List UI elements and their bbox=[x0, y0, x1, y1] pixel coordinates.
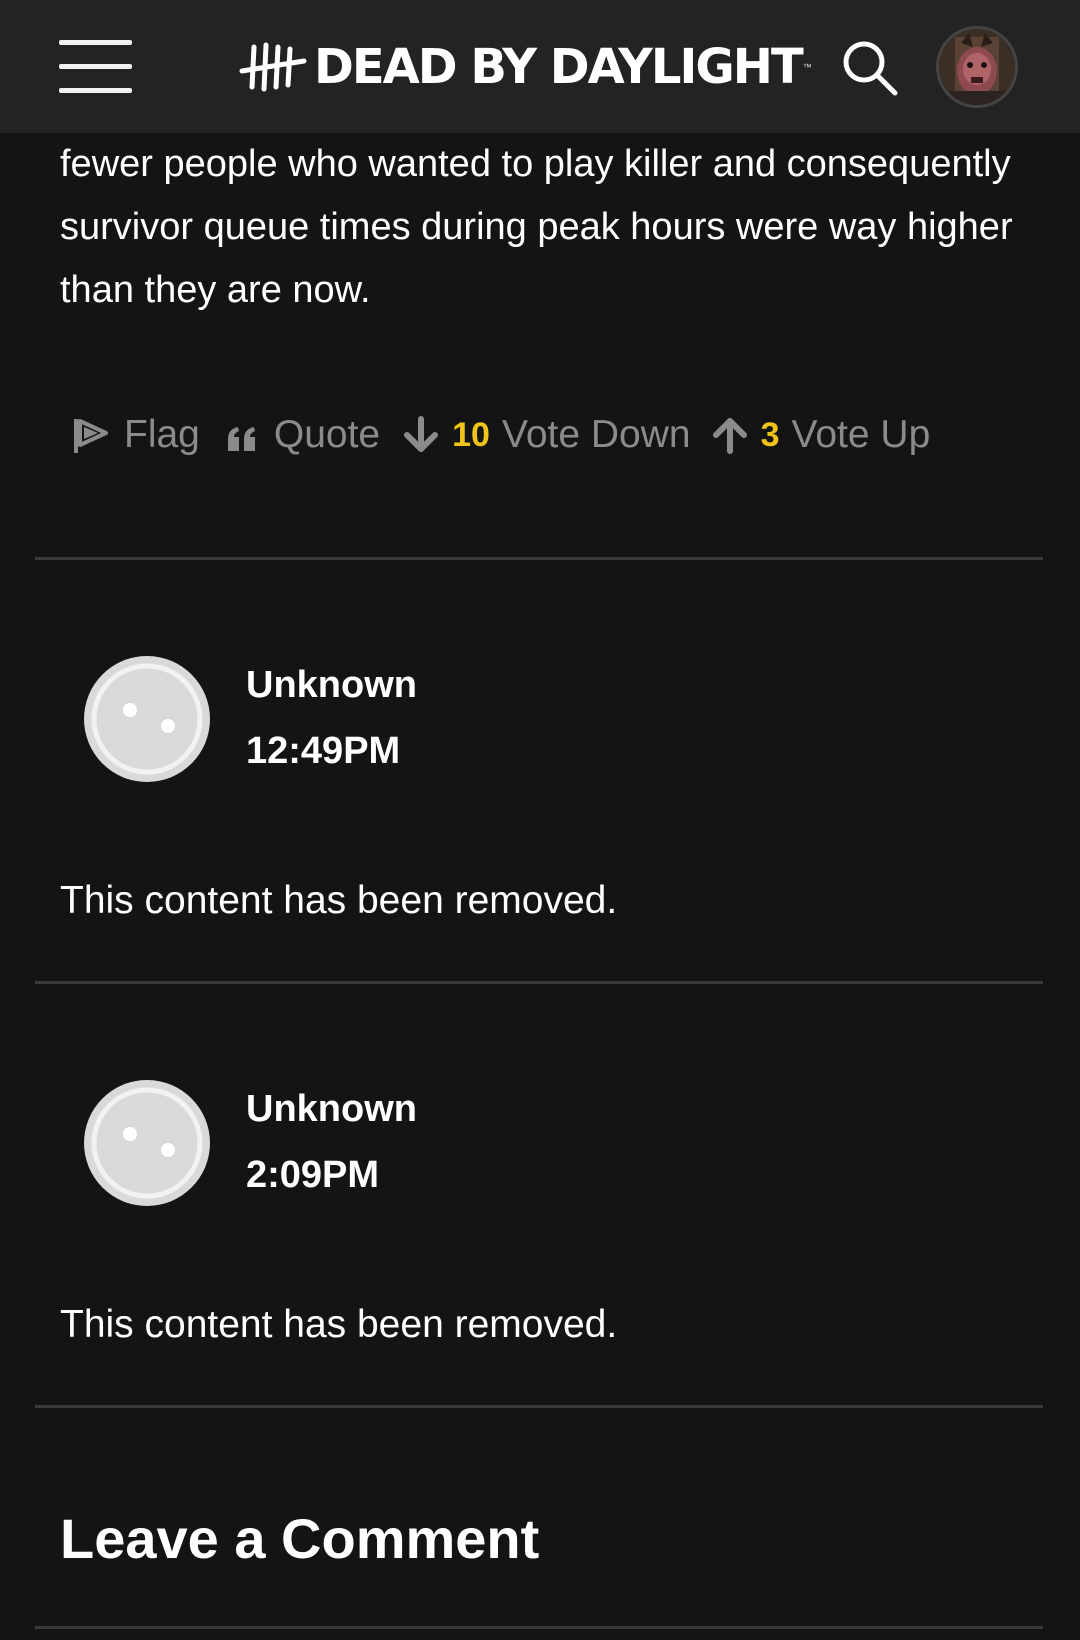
user-avatar-icon[interactable] bbox=[936, 26, 1018, 108]
comment-timestamp: 2:09PM bbox=[246, 1154, 380, 1196]
tally-marks-logo-icon bbox=[239, 42, 307, 92]
comment-body: This content has been removed. bbox=[60, 1303, 618, 1346]
vote-up-label: Vote Up bbox=[791, 413, 931, 456]
vote-down-label: Vote Down bbox=[501, 413, 691, 456]
comment-timestamp: 12:49PM bbox=[246, 730, 401, 772]
vote-down-button[interactable]: 10 Vote Down bbox=[402, 413, 691, 457]
divider bbox=[35, 1626, 1043, 1629]
divider bbox=[35, 557, 1043, 560]
flag-label: Flag bbox=[124, 413, 200, 456]
post-body-text: fewer people who wanted to play killer a… bbox=[60, 143, 1013, 311]
search-icon[interactable] bbox=[840, 38, 900, 98]
quote-button[interactable]: Quote bbox=[224, 413, 380, 457]
trademark-symbol: ™ bbox=[802, 62, 812, 72]
quote-label: Quote bbox=[273, 413, 381, 456]
divider bbox=[35, 981, 1043, 984]
arrow-up-icon bbox=[712, 418, 747, 454]
leave-comment-heading: Leave a Comment bbox=[60, 1507, 540, 1570]
comment-author[interactable]: Unknown bbox=[246, 664, 417, 707]
top-navigation-bar: DEAD BY DAYLIGHT ™ bbox=[0, 0, 1080, 133]
post-actions-bar: Flag Quote 10 Vote Down 3 Vote Up bbox=[70, 405, 930, 465]
vote-down-count: 10 bbox=[452, 415, 490, 454]
hamburger-menu-icon[interactable] bbox=[59, 40, 132, 94]
comment-body: This content has been removed. bbox=[60, 879, 618, 922]
default-avatar-icon bbox=[84, 1080, 210, 1206]
flag-icon bbox=[74, 419, 108, 453]
quote-icon bbox=[227, 427, 255, 451]
arrow-down-icon bbox=[404, 416, 439, 452]
divider bbox=[35, 1405, 1043, 1408]
vote-up-button[interactable]: 3 Vote Up bbox=[711, 413, 931, 457]
site-logo[interactable]: DEAD BY DAYLIGHT ™ bbox=[238, 36, 812, 98]
vote-up-count: 3 bbox=[760, 415, 780, 454]
site-logo-text: DEAD BY DAYLIGHT bbox=[314, 39, 804, 95]
comment-author[interactable]: Unknown bbox=[246, 1088, 417, 1131]
flag-button[interactable]: Flag bbox=[70, 413, 200, 457]
default-avatar-icon bbox=[84, 656, 210, 782]
